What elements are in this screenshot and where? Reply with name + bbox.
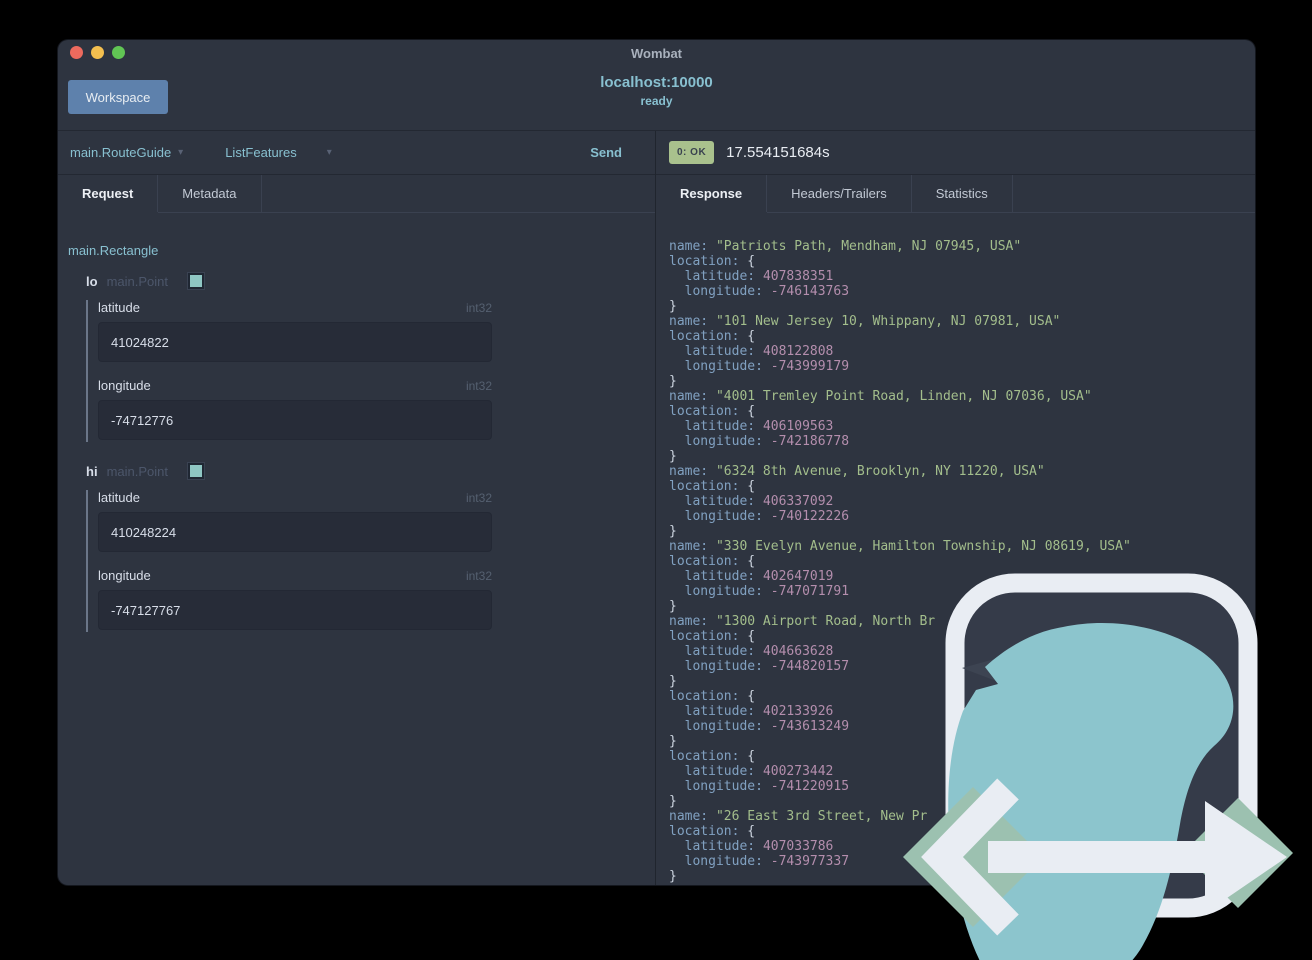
field-proto-type: int32: [465, 301, 492, 315]
window-title: Wombat: [630, 46, 683, 61]
response-tabbar: Response Headers/Trailers Statistics: [656, 175, 1255, 213]
tab-response[interactable]: Response: [656, 175, 768, 212]
tab-statistics[interactable]: Statistics: [912, 175, 1013, 212]
field-proto-type: int32: [465, 379, 492, 393]
request-form: main.Rectangle lo main.Point latitude in…: [58, 213, 655, 885]
request-tabbar: Request Metadata: [58, 175, 655, 213]
request-panel: main.RouteGuide ▾ ListFeatures ▾ Send Re…: [58, 131, 656, 885]
app-window: Wombat Workspace localhost:10000 ready m…: [58, 40, 1255, 885]
field-label-row: latitude int32: [98, 490, 492, 505]
message-type-label: main.Rectangle: [68, 243, 159, 258]
send-button[interactable]: Send: [590, 145, 622, 160]
traffic-lights: [70, 46, 125, 59]
field-label-row: longitude int32: [98, 378, 492, 393]
nested-fields: latitude int32 longitude int32: [86, 300, 492, 442]
chevron-down-icon[interactable]: ▾: [327, 147, 332, 158]
service-select[interactable]: main.RouteGuide: [70, 145, 171, 160]
tab-metadata[interactable]: Metadata: [158, 175, 262, 212]
chevron-down-icon[interactable]: ▾: [178, 147, 183, 158]
message-set-checkbox[interactable]: [186, 462, 205, 480]
status-badge: 0: OK: [669, 141, 715, 164]
response-toolbar: 0: OK 17.554151684s: [656, 131, 1255, 175]
field-label: latitude: [98, 490, 140, 505]
field-name: lo: [86, 273, 98, 289]
checkbox-fill-icon: [189, 275, 202, 287]
method-select[interactable]: ListFeatures: [225, 145, 297, 160]
checkbox-fill-icon: [189, 465, 202, 477]
hi-longitude-input[interactable]: [98, 590, 492, 630]
field-proto-type: int32: [465, 569, 492, 583]
tab-request[interactable]: Request: [58, 175, 159, 212]
titlebar: Wombat: [58, 40, 1255, 66]
field-label: latitude: [98, 300, 140, 315]
zoom-button[interactable]: [112, 46, 125, 59]
field-group-lo: lo main.Point latitude int32 lo: [68, 272, 655, 442]
field-label-row: latitude int32: [98, 300, 492, 315]
field-group-hi: hi main.Point latitude int32 lo: [68, 462, 655, 632]
connection-status: ready: [640, 94, 673, 108]
duration-label: 17.554151684s: [726, 144, 830, 161]
header: Workspace localhost:10000 ready: [58, 66, 1255, 130]
tab-headers-trailers[interactable]: Headers/Trailers: [767, 175, 912, 212]
group-header: hi main.Point: [68, 462, 655, 480]
response-body: name: "Patriots Path, Mendham, NJ 07945,…: [669, 239, 1131, 885]
server-info: localhost:10000 ready: [58, 74, 1255, 108]
field-label: longitude: [98, 378, 151, 393]
field-type: main.Point: [106, 273, 168, 289]
lo-latitude-input[interactable]: [98, 322, 492, 362]
nested-fields: latitude int32 longitude int32: [86, 490, 492, 632]
field-label: longitude: [98, 568, 151, 583]
server-address: localhost:10000: [600, 74, 713, 91]
hi-latitude-input[interactable]: [98, 512, 492, 552]
field-type: main.Point: [106, 463, 168, 479]
minimize-button[interactable]: [91, 46, 104, 59]
message-set-checkbox[interactable]: [186, 272, 205, 290]
field-label-row: longitude int32: [98, 568, 492, 583]
field-proto-type: int32: [465, 491, 492, 505]
field-name: hi: [86, 463, 98, 479]
response-panel: 0: OK 17.554151684s Response Headers/Tra…: [656, 131, 1255, 885]
lo-longitude-input[interactable]: [98, 400, 492, 440]
request-toolbar: main.RouteGuide ▾ ListFeatures ▾ Send: [58, 131, 655, 175]
main-split: main.RouteGuide ▾ ListFeatures ▾ Send Re…: [58, 130, 1255, 885]
close-button[interactable]: [70, 46, 83, 59]
group-header: lo main.Point: [68, 272, 655, 290]
